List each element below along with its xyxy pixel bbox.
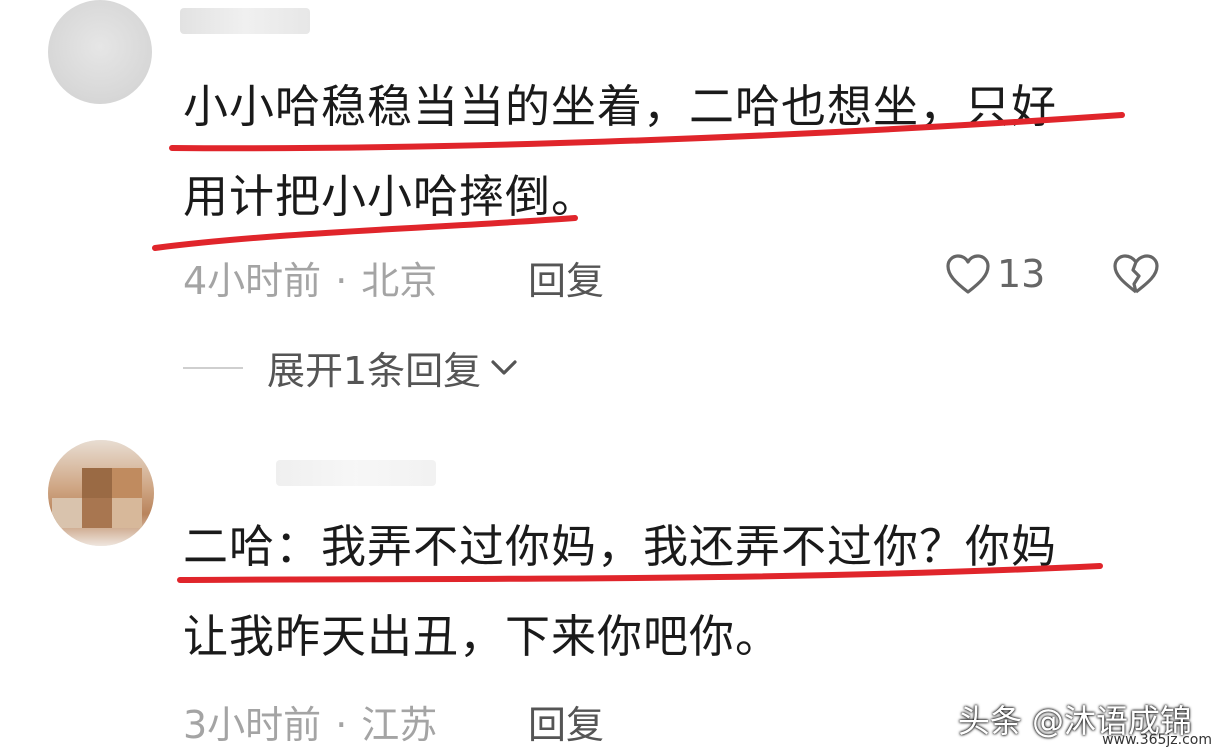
avatar-pixel xyxy=(112,498,142,528)
reply-button[interactable]: 回复 xyxy=(528,250,604,305)
comment-location: 江苏 xyxy=(361,703,438,747)
comment-meta: 3小时前 · 江苏 xyxy=(183,694,437,749)
heart-icon xyxy=(946,254,990,294)
reply-button[interactable]: 回复 xyxy=(528,694,604,749)
comment-text-line-2: 用计把小小哈摔倒。 xyxy=(183,170,598,223)
broken-heart-icon xyxy=(1113,254,1159,294)
dislike-button[interactable] xyxy=(1112,252,1160,300)
meta-separator: · xyxy=(335,703,348,747)
avatar-pixel xyxy=(82,468,112,498)
comment-text-line-2: 让我昨天出丑，下来你吧你。 xyxy=(183,610,782,663)
like-count: 13 xyxy=(997,252,1046,296)
avatar[interactable] xyxy=(48,440,154,546)
avatar-pixel xyxy=(112,468,142,498)
watermark-small: www.365jz.com xyxy=(1102,732,1212,748)
comment-text-line-1: 二哈：我弄不过你妈，我还弄不过你？你妈 xyxy=(183,520,1058,573)
username-blurred[interactable] xyxy=(180,8,310,34)
comment-time: 3小时前 xyxy=(183,703,322,747)
meta-separator: · xyxy=(335,259,348,303)
username-blurred[interactable] xyxy=(276,460,436,486)
comment-meta: 4小时前 · 北京 xyxy=(183,250,437,305)
avatar-pixel xyxy=(82,498,112,528)
comment-location: 北京 xyxy=(361,259,438,303)
like-button[interactable]: 13 xyxy=(945,252,1045,296)
chevron-down-icon xyxy=(491,359,517,375)
expand-replies[interactable]: 展开1条回复 xyxy=(183,340,521,395)
avatar[interactable] xyxy=(48,0,152,104)
divider xyxy=(183,366,243,369)
comment-text-line-1: 小小哈稳稳当当的坐着，二哈也想坐，只好 xyxy=(183,80,1058,133)
comment-time: 4小时前 xyxy=(183,259,322,303)
expand-replies-label: 展开1条回复 xyxy=(267,349,482,393)
avatar-pixel xyxy=(52,498,82,528)
